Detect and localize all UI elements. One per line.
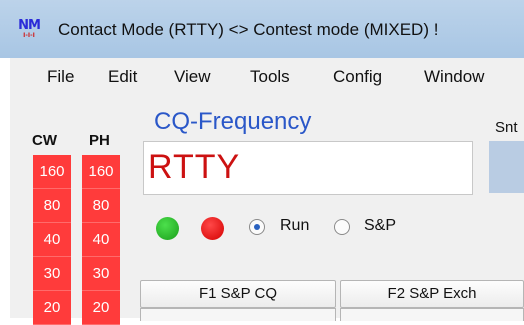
sp-radio[interactable] [334, 219, 350, 235]
cw-band-80[interactable]: 80 [33, 189, 71, 223]
title-bar[interactable]: NM I-I-I Contact Mode (RTTY) <> Contest … [0, 0, 524, 58]
menu-tools[interactable]: Tools [250, 67, 290, 87]
menu-config[interactable]: Config [333, 67, 382, 87]
menu-window[interactable]: Window [424, 67, 484, 87]
app-logo-subtext: I-I-I [23, 32, 35, 39]
sp-radio-label[interactable]: S&P [364, 217, 396, 235]
cw-band-160[interactable]: 160 [33, 155, 71, 189]
ph-band-column: 160 80 40 30 20 [82, 155, 120, 325]
frequency-value: RTTY [148, 148, 241, 186]
menu-bar: File Edit View Tools Config Window [10, 58, 524, 96]
cw-band-20[interactable]: 20 [33, 291, 71, 325]
f4-button[interactable] [340, 308, 524, 321]
run-radio[interactable] [249, 219, 265, 235]
ph-band-30[interactable]: 30 [82, 257, 120, 291]
status-red-icon [201, 217, 224, 240]
cw-band-30[interactable]: 30 [33, 257, 71, 291]
cw-column-header: CW [32, 132, 57, 149]
cw-band-column: 160 80 40 30 20 [33, 155, 71, 325]
menu-file[interactable]: File [47, 67, 74, 87]
cq-frequency-label: CQ-Frequency [154, 108, 312, 135]
cw-band-40[interactable]: 40 [33, 223, 71, 257]
f1-button[interactable]: F1 S&P CQ [140, 280, 336, 308]
ph-band-20[interactable]: 20 [82, 291, 120, 325]
ph-band-40[interactable]: 40 [82, 223, 120, 257]
frequency-display[interactable]: RTTY [143, 141, 473, 195]
ph-band-80[interactable]: 80 [82, 189, 120, 223]
ph-column-header: PH [89, 132, 110, 149]
app-logo-icon: NM I-I-I [14, 18, 44, 42]
menu-view[interactable]: View [174, 67, 211, 87]
f2-button[interactable]: F2 S&P Exch [340, 280, 524, 308]
run-radio-label[interactable]: Run [280, 217, 309, 235]
f3-button[interactable] [140, 308, 336, 321]
snt-field[interactable] [489, 141, 524, 193]
menu-edit[interactable]: Edit [108, 67, 137, 87]
ph-band-160[interactable]: 160 [82, 155, 120, 189]
status-green-icon [156, 217, 179, 240]
window-title: Contact Mode (RTTY) <> Contest mode (MIX… [58, 20, 439, 39]
snt-label: Snt [495, 119, 518, 136]
app-logo-text: NM [18, 18, 41, 33]
